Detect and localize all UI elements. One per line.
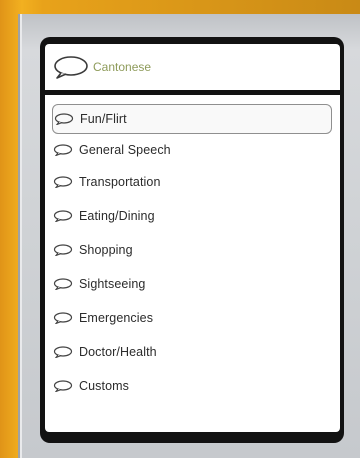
category-label: General Speech <box>79 143 171 157</box>
language-header: Cantonese <box>45 44 340 90</box>
category-label: Doctor/Health <box>79 345 157 359</box>
category-item-sightseeing[interactable]: Sightseeing <box>52 270 330 298</box>
speech-bubble-icon <box>54 56 88 79</box>
category-item-eating-dining[interactable]: Eating/Dining <box>52 202 330 230</box>
category-label: Eating/Dining <box>79 209 155 223</box>
language-title: Cantonese <box>93 60 152 74</box>
category-item-fun-flirt[interactable]: Fun/Flirt <box>52 104 332 134</box>
speech-bubble-icon <box>53 346 73 358</box>
category-item-emergencies[interactable]: Emergencies <box>52 304 330 332</box>
category-item-general-speech[interactable]: General Speech <box>52 136 330 164</box>
category-label: Sightseeing <box>79 277 146 291</box>
speech-bubble-icon <box>53 210 73 222</box>
category-label: Emergencies <box>79 311 154 325</box>
category-item-transportation[interactable]: Transportation <box>52 168 330 196</box>
category-label: Shopping <box>79 243 133 257</box>
category-item-customs[interactable]: Customs <box>52 372 330 400</box>
speech-bubble-icon <box>53 244 73 256</box>
category-label: Fun/Flirt <box>80 112 127 126</box>
speech-bubble-icon <box>54 113 74 125</box>
category-list: Fun/Flirt General Speech Transportation … <box>45 95 340 432</box>
speech-bubble-icon <box>53 278 73 290</box>
speech-bubble-icon <box>53 176 73 188</box>
speech-bubble-icon <box>53 312 73 324</box>
speech-bubble-icon <box>53 380 73 392</box>
category-label: Transportation <box>79 175 161 189</box>
category-label: Customs <box>79 379 130 393</box>
category-item-doctor-health[interactable]: Doctor/Health <box>52 338 330 366</box>
speech-bubble-icon <box>53 144 73 156</box>
category-item-shopping[interactable]: Shopping <box>52 236 330 264</box>
